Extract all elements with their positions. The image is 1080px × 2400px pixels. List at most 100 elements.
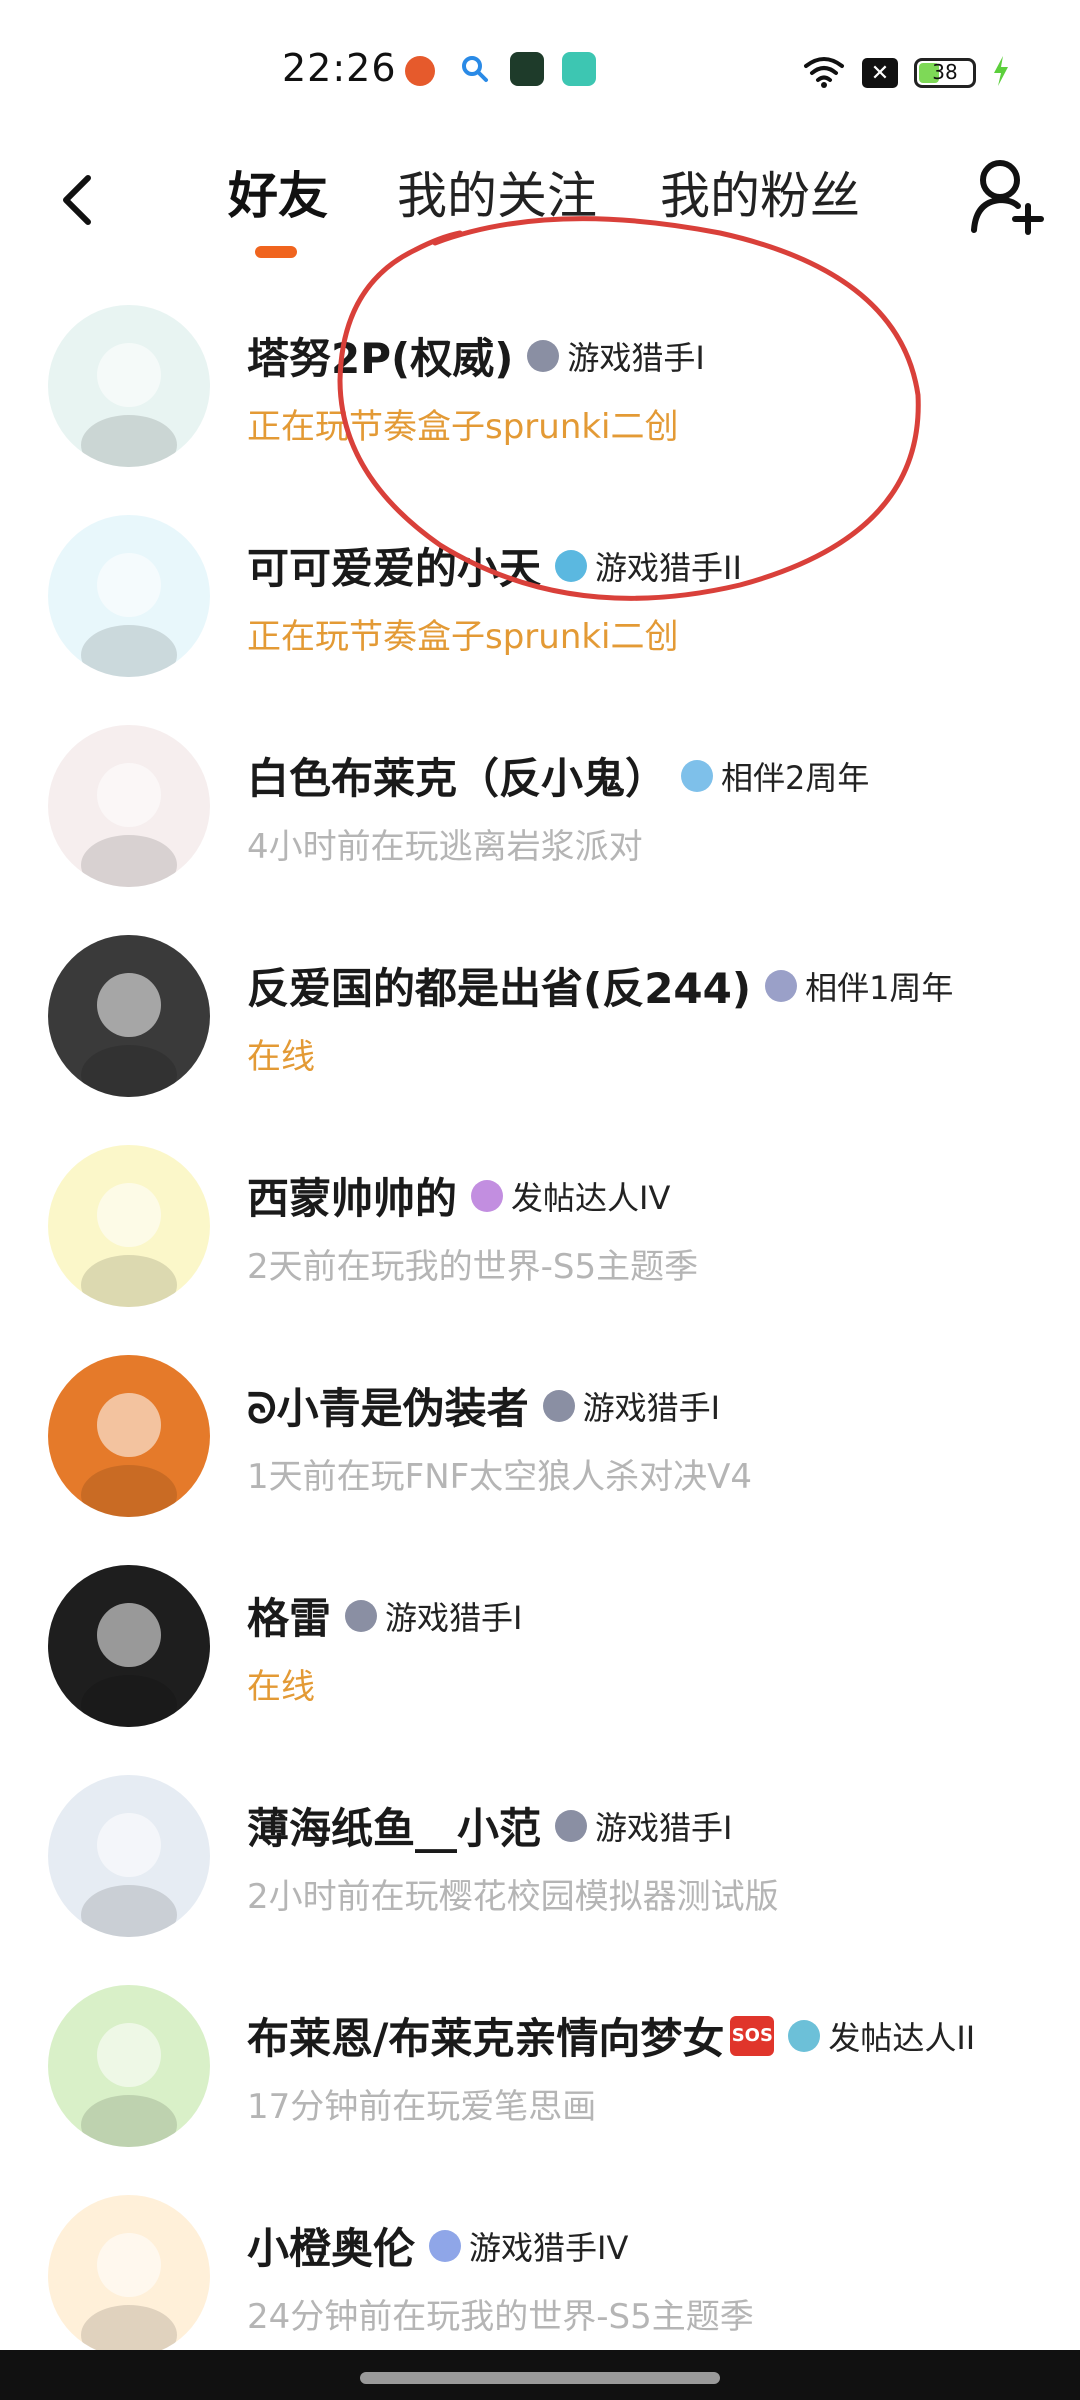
friend-name[interactable]: 西蒙帅帅的 (247, 1165, 457, 1226)
badge-label: 游戏猎手IV (469, 2228, 629, 2267)
search-notification-icon (458, 52, 492, 86)
friend-status: 在线 (247, 1667, 315, 1707)
friend-name-line: 西蒙帅帅的 发帖达人IV (247, 1165, 670, 1226)
avatar[interactable] (48, 935, 210, 1097)
chat-app-icon (562, 52, 596, 86)
friend-name-line: 塔努2P(权威) 游戏猎手I (247, 325, 705, 386)
friend-status: 17分钟前在玩爱笔思画 (247, 2087, 597, 2127)
tab-friends[interactable]: 好友 (228, 156, 328, 228)
title-badge[interactable]: 游戏猎手I (555, 1803, 732, 1849)
tab-followers[interactable]: 我的粉丝 (660, 156, 860, 228)
avatar[interactable] (48, 2195, 210, 2357)
friend-row[interactable]: 西蒙帅帅的 发帖达人IV 2天前在玩我的世界-S5主题季 (0, 1135, 1080, 1345)
friend-row[interactable]: 白色布莱克（反小鬼） 相伴2周年 4小时前在玩逃离岩浆派对 (0, 715, 1080, 925)
friend-status: 正在玩节奏盒子sprunki二创 (247, 407, 679, 447)
title-badge[interactable]: 游戏猎手I (527, 333, 705, 379)
home-indicator[interactable] (360, 2372, 720, 2384)
friend-name[interactable]: 可可爱爱的小天 (247, 535, 541, 596)
avatar[interactable] (48, 1985, 210, 2147)
friend-name[interactable]: 格雷 (247, 1585, 331, 1646)
sos-emoji: SOS (730, 2015, 775, 2056)
title-badge[interactable]: 游戏猎手I (345, 1593, 522, 1639)
badge-icon (429, 2229, 462, 2262)
active-tab-indicator (255, 246, 297, 258)
friend-name-line: 薄海纸鱼__小范 游戏猎手I (247, 1795, 732, 1856)
battery-icon: 38 (914, 58, 976, 88)
title-badge[interactable]: 相伴1周年 (765, 963, 953, 1009)
friend-row[interactable]: 反爱国的都是出省(反244) 相伴1周年在线 (0, 925, 1080, 1135)
title-badge[interactable]: 发帖达人II (788, 2013, 975, 2059)
add-friend-button[interactable] (968, 154, 1048, 238)
badge-icon (555, 549, 588, 582)
friend-status: 2天前在玩我的世界-S5主题季 (247, 1247, 699, 1287)
badge-label: 游戏猎手I (385, 1598, 523, 1637)
back-button[interactable] (46, 160, 106, 240)
friend-name-line: 格雷 游戏猎手I (247, 1585, 522, 1646)
badge-icon (542, 1389, 575, 1422)
friend-name-line: 布莱恩/布莱克亲情向梦女 SOS 发帖达人II (247, 2005, 975, 2066)
chevron-left-icon (63, 175, 91, 225)
friend-list: 塔努2P(权威) 游戏猎手I 正在玩节奏盒子sprunki二创 可可爱爱的小天 游戏猎手… (0, 295, 1080, 2395)
friend-status: 2小时前在玩樱花校园模拟器测试版 (247, 1877, 779, 1917)
title-badge[interactable]: 游戏猎手IV (429, 2223, 628, 2269)
friend-row[interactable]: 塔努2P(权威) 游戏猎手I 正在玩节奏盒子sprunki二创 (0, 295, 1080, 505)
badge-label: 相伴2周年 (721, 758, 870, 797)
title-badge[interactable]: 发帖达人IV (471, 1173, 670, 1219)
friend-name-line: 可可爱爱的小天 游戏猎手II (247, 535, 742, 596)
badge-label: 游戏猎手I (567, 338, 705, 377)
title-badge[interactable]: 相伴2周年 (681, 753, 869, 799)
top-nav: 好友 我的关注 我的粉丝 (0, 140, 1080, 280)
friend-status: 24分钟前在玩我的世界-S5主题季 (247, 2297, 754, 2337)
friend-name[interactable]: 反爱国的都是出省(反244) (247, 955, 751, 1016)
friend-row[interactable]: 布莱恩/布莱克亲情向梦女 SOS 发帖达人II 17分钟前在玩爱笔思画 (0, 1975, 1080, 2185)
badge-label: 发帖达人II (828, 2018, 976, 2057)
add-user-icon (971, 160, 1044, 235)
friend-name[interactable]: 塔努2P(权威) (247, 325, 513, 386)
friend-status: 在线 (247, 1037, 315, 1077)
badge-icon (681, 759, 714, 792)
badge-icon (555, 1809, 588, 1842)
friend-status: 1天前在玩FNF太空狼人杀对决V4 (247, 1457, 753, 1497)
friend-name-line: 反爱国的都是出省(反244) 相伴1周年 (247, 955, 953, 1016)
badge-label: 游戏猎手I (595, 1808, 733, 1847)
title-badge[interactable]: 游戏猎手II (555, 543, 742, 589)
badge-icon (345, 1599, 378, 1632)
friend-row[interactable]: 可可爱爱的小天 游戏猎手II 正在玩节奏盒子sprunki二创 (0, 505, 1080, 715)
friend-row[interactable]: 格雷 游戏猎手I 在线 (0, 1555, 1080, 1765)
badge-icon (471, 1179, 504, 1212)
badge-icon (527, 339, 560, 372)
badge-icon (765, 969, 798, 1002)
avatar[interactable] (48, 1565, 210, 1727)
friend-name-line: 小橙奥伦 游戏猎手IV (247, 2215, 628, 2276)
badge-label: 游戏猎手I (582, 1388, 721, 1427)
friend-name[interactable]: 布莱恩/布莱克亲情向梦女 (247, 2005, 724, 2066)
friend-name-line: ᘐ小青是伪装者 游戏猎手I (247, 1375, 720, 1436)
friend-status: 4小时前在玩逃离岩浆派对 (247, 827, 643, 867)
charging-icon (992, 54, 1010, 92)
wifi-icon (802, 54, 846, 92)
badge-icon (788, 2019, 821, 2052)
friend-name[interactable]: ᘐ小青是伪装者 (247, 1375, 529, 1436)
no-sim-icon: ✕ (862, 58, 898, 88)
avatar[interactable] (48, 1775, 210, 1937)
game-app-icon (510, 52, 544, 86)
friend-row[interactable]: ᘐ小青是伪装者 游戏猎手I 1天前在玩FNF太空狼人杀对决V4 (0, 1345, 1080, 1555)
badge-label: 相伴1周年 (805, 968, 954, 1007)
battery-level: 38 (932, 60, 958, 84)
friends-page: 22:26 ✕ 38 好友 我的关注 我的粉丝 塔努2P(权威) 游戏猎手I 正… (0, 0, 1080, 2400)
avatar[interactable] (48, 725, 210, 887)
badge-label: 发帖达人IV (511, 1178, 671, 1217)
avatar[interactable] (48, 1145, 210, 1307)
friend-name[interactable]: 小橙奥伦 (247, 2215, 415, 2276)
avatar[interactable] (48, 515, 210, 677)
tab-following[interactable]: 我的关注 (397, 156, 597, 228)
friend-name-line: 白色布莱克（反小鬼） 相伴2周年 (247, 745, 869, 806)
avatar[interactable] (48, 1355, 210, 1517)
badge-label: 游戏猎手II (595, 548, 742, 587)
friend-row[interactable]: 薄海纸鱼__小范 游戏猎手I 2小时前在玩樱花校园模拟器测试版 (0, 1765, 1080, 1975)
friend-status: 正在玩节奏盒子sprunki二创 (247, 617, 679, 657)
avatar[interactable] (48, 305, 210, 467)
title-badge[interactable]: 游戏猎手I (542, 1383, 721, 1429)
friend-name[interactable]: 薄海纸鱼__小范 (247, 1795, 541, 1856)
friend-name[interactable]: 白色布莱克（反小鬼） (247, 745, 667, 806)
